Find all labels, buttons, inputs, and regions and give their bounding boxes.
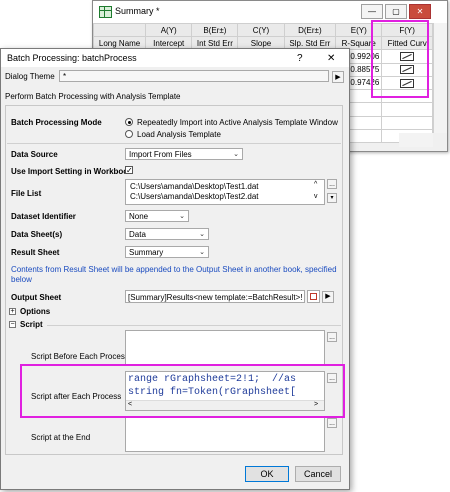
list-item[interactable]: C:\Users\amanda\Desktop\Test1.dat (130, 182, 259, 191)
column-header[interactable]: B(Er±) (191, 22, 239, 38)
script-end-textbox[interactable] (125, 416, 325, 452)
divider (47, 325, 341, 326)
options-node[interactable]: Options (20, 307, 50, 316)
result-sheet-label: Result Sheet (11, 248, 60, 257)
file-list-box[interactable]: C:\Users\amanda\Desktop\Test1.dat C:\Use… (125, 179, 325, 205)
ok-button[interactable]: OK (245, 466, 289, 482)
list-item[interactable]: C:\Users\amanda\Desktop\Test2.dat (130, 192, 259, 201)
use-import-checkbox[interactable]: ✓ (125, 166, 133, 175)
mode-label: Batch Processing Mode (11, 118, 102, 127)
mode-option-1[interactable]: Repeatedly Import into Active Analysis T… (137, 118, 338, 127)
dialog-titlebar[interactable]: Batch Processing: batchProcess ? ✕ (1, 49, 349, 67)
spreadsheet-icon (99, 6, 112, 18)
data-sheets-select[interactable]: Data ⌄ (125, 228, 209, 240)
output-sheet-label: Output Sheet (11, 293, 62, 302)
script-end-edit-button[interactable]: ... (327, 418, 337, 428)
scroll-up-icon[interactable]: ^ (314, 181, 317, 188)
dialog-description: Perform Batch Processing with Analysis T… (5, 92, 181, 101)
radio-repeat-import[interactable] (125, 118, 133, 126)
radio-load-template[interactable] (125, 130, 133, 138)
divider (7, 143, 341, 144)
dataset-identifier-value: None (129, 212, 149, 221)
chevron-down-icon: ⌄ (199, 249, 205, 256)
output-sheet-value: [Summary]Results<new template:=BatchResu… (128, 293, 303, 302)
script-before-edit-button[interactable]: ... (327, 332, 337, 342)
info-text: Contents from Result Sheet will be appen… (11, 265, 337, 284)
result-sheet-select[interactable]: Summary ⌄ (125, 246, 209, 258)
dataset-identifier-select[interactable]: None ⌄ (125, 210, 189, 222)
script-before-textbox[interactable] (125, 330, 325, 365)
output-sheet-menu-arrow-icon[interactable]: ▶ (322, 291, 334, 303)
highlight-box (20, 364, 345, 418)
dialog-theme-value: * (63, 72, 67, 81)
dialog-theme-combo[interactable]: * (59, 70, 329, 82)
column-header[interactable]: A(Y) (145, 22, 193, 38)
batch-processing-dialog: Batch Processing: batchProcess ? ✕ Dialo… (0, 48, 350, 490)
sheet-horizontal-scrollbar[interactable] (399, 133, 433, 147)
help-button[interactable]: ? (297, 53, 303, 64)
output-sheet-field[interactable]: [Summary]Results<new template:=BatchResu… (125, 290, 305, 303)
sheet-close-button[interactable]: ✕ (409, 4, 431, 19)
script-collapse-icon[interactable]: − (9, 321, 16, 328)
highlight-box (371, 20, 429, 98)
browse-files-button[interactable]: ... (327, 179, 337, 189)
minimize-button[interactable]: — (361, 4, 383, 19)
chevron-down-icon: ⌄ (233, 151, 239, 158)
file-list-label: File List (11, 189, 42, 198)
data-source-label: Data Source (11, 150, 58, 159)
script-node[interactable]: Script (20, 320, 43, 329)
dialog-close-button[interactable]: ✕ (327, 53, 335, 64)
mode-option-2[interactable]: Load Analysis Template (137, 130, 221, 139)
use-import-label: Use Import Setting in Workbook (11, 167, 133, 176)
script-end-label: Script at the End (31, 433, 91, 442)
column-header[interactable]: D(Er±) (283, 22, 337, 38)
chevron-down-icon: ⌄ (199, 231, 205, 238)
sheet-vertical-scrollbar[interactable] (433, 23, 447, 133)
data-source-value: Import From Files (129, 150, 192, 159)
corner-cell[interactable] (92, 22, 147, 38)
dialog-title: Batch Processing: batchProcess (7, 53, 137, 63)
result-sheet-value: Summary (129, 248, 164, 257)
options-expand-icon[interactable]: + (9, 308, 16, 315)
dialog-theme-label: Dialog Theme (5, 72, 55, 81)
theme-menu-arrow-icon[interactable]: ▶ (332, 71, 344, 83)
cancel-button[interactable]: Cancel (295, 466, 341, 482)
output-sheet-picker-icon[interactable] (307, 290, 320, 303)
data-source-select[interactable]: Import From Files ⌄ (125, 148, 243, 160)
file-list-menu-button[interactable]: ▾ (327, 193, 337, 203)
data-sheets-label: Data Sheet(s) (11, 230, 63, 239)
chevron-down-icon: ⌄ (179, 213, 185, 220)
data-sheets-value: Data (129, 230, 146, 239)
dataset-identifier-label: Dataset Identifier (11, 212, 76, 221)
maximize-button[interactable]: ▢ (385, 4, 407, 19)
column-header[interactable]: C(Y) (237, 22, 285, 38)
script-before-label: Script Before Each Process (31, 352, 129, 361)
scroll-down-icon[interactable]: v (314, 193, 318, 200)
sheet-title: Summary * (115, 6, 160, 16)
